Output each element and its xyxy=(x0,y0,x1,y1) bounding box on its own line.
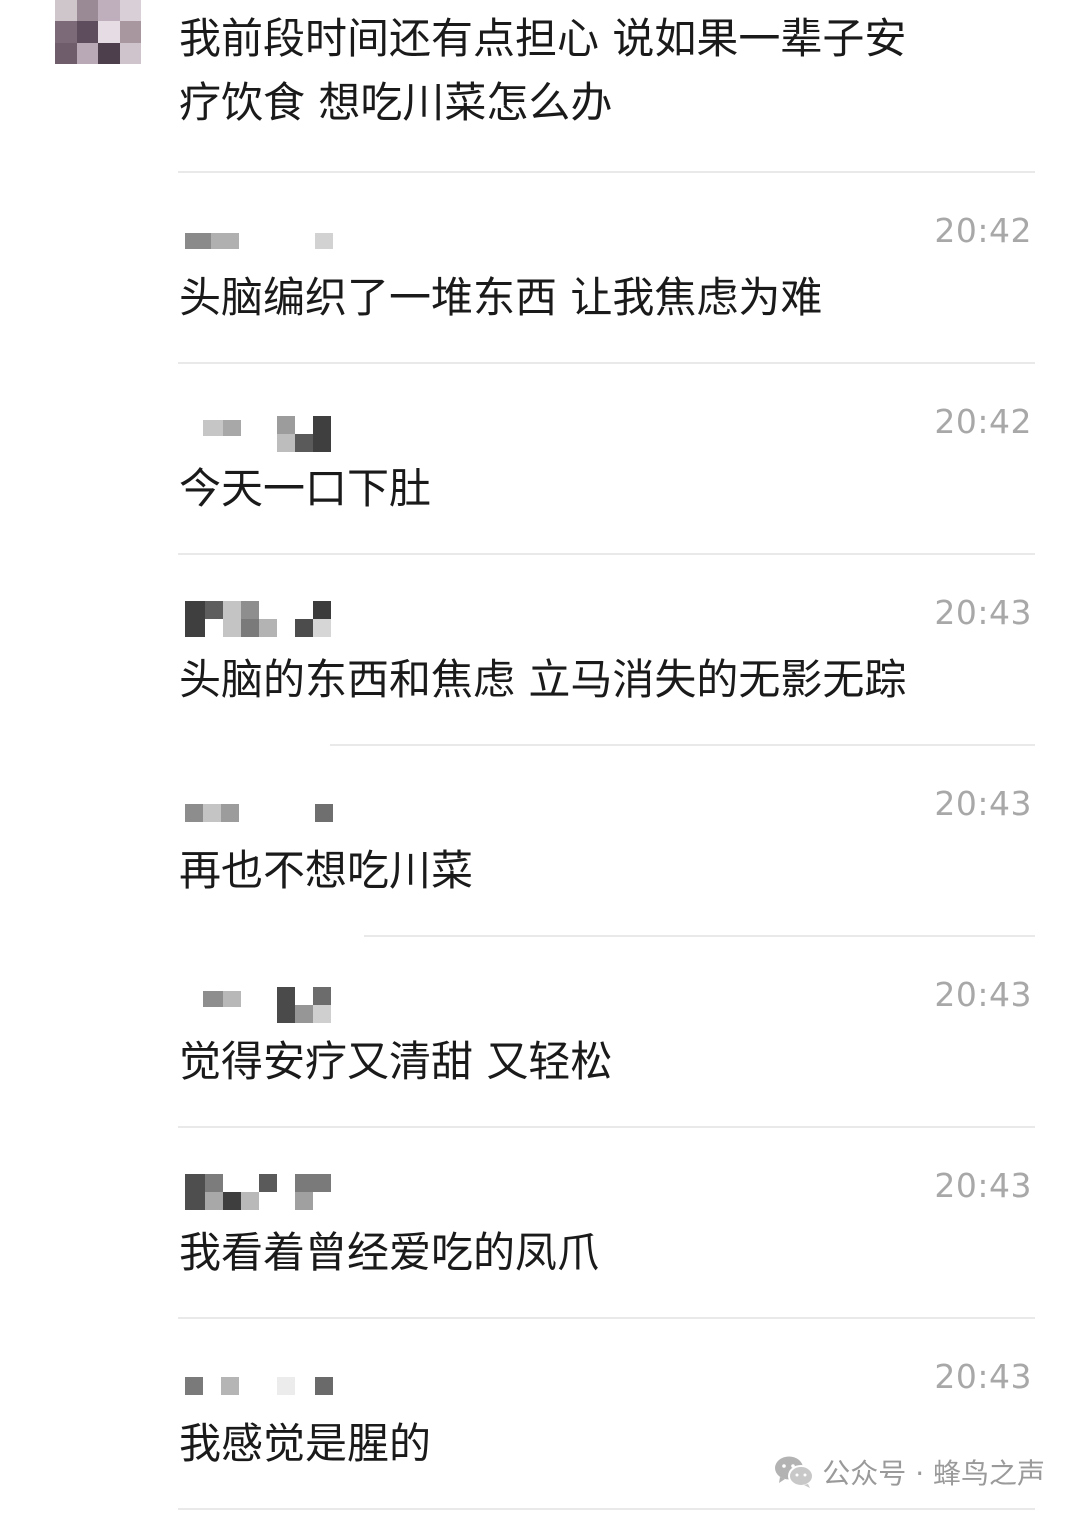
divider xyxy=(330,744,1035,746)
divider xyxy=(178,362,1035,364)
sender-name-blurred xyxy=(185,1174,335,1210)
message-time: 20:42 xyxy=(934,402,1032,441)
sender-name-blurred xyxy=(185,416,335,452)
sender-name-blurred xyxy=(185,601,335,637)
sender-name-blurred xyxy=(185,231,335,259)
avatar[interactable] xyxy=(55,0,141,64)
message-text: 今天一口下肚 xyxy=(179,464,432,513)
watermark-text: 公众号 · 蜂鸟之声 xyxy=(822,1457,1045,1490)
divider xyxy=(178,1317,1035,1319)
message-text: 觉得安疗又清甜 又轻松 xyxy=(179,1037,613,1086)
message-text: 头脑的东西和焦虑 立马消失的无影无踪 xyxy=(179,655,907,704)
message-time: 20:42 xyxy=(934,211,1032,250)
message-text: 我感觉是腥的 xyxy=(179,1419,432,1468)
divider xyxy=(178,553,1035,555)
message-text: 我前段时间还有点担心 说如果一辈子安 xyxy=(179,14,907,63)
message-text: 再也不想吃川菜 xyxy=(179,846,474,895)
watermark: 公众号 · 蜂鸟之声 xyxy=(774,1452,1045,1492)
divider xyxy=(364,935,1035,937)
sender-name-blurred xyxy=(185,987,335,1023)
message-text: 疗饮食 想吃川菜怎么办 xyxy=(179,78,613,127)
sender-name-blurred xyxy=(185,1375,335,1403)
message-text: 头脑编织了一堆东西 让我焦虑为难 xyxy=(179,273,823,322)
message-time: 20:43 xyxy=(934,975,1032,1014)
message-time: 20:43 xyxy=(934,593,1032,632)
message-time: 20:43 xyxy=(934,1166,1032,1205)
message-time: 20:43 xyxy=(934,1357,1032,1396)
divider xyxy=(178,171,1035,173)
message-text: 我看着曾经爱吃的凤爪 xyxy=(179,1228,600,1277)
sender-name-blurred xyxy=(185,802,335,830)
wechat-icon xyxy=(774,1455,815,1489)
message-time: 20:43 xyxy=(934,784,1032,823)
divider xyxy=(178,1126,1035,1128)
divider xyxy=(178,1508,1035,1510)
